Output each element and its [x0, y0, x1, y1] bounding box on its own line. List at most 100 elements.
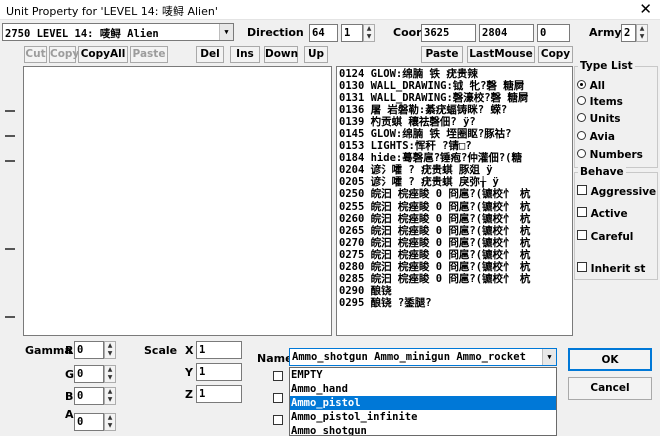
scale-y-input[interactable]: 1: [196, 363, 242, 381]
dropdown-option[interactable]: Ammo_hand: [290, 382, 556, 396]
dropdown-option-selected[interactable]: Ammo_pistol: [290, 396, 556, 410]
list-item[interactable]: 0255 皖汩 梡痤睃 0 冏扈?(镳校忄 杭: [339, 201, 572, 213]
radio-icon[interactable]: [577, 96, 586, 105]
cancel-button[interactable]: Cancel: [568, 377, 652, 400]
checkbox-icon[interactable]: [577, 262, 587, 272]
ok-button[interactable]: OK: [568, 348, 652, 371]
list-item[interactable]: 0131 WALL_DRAWING:磬濠校?磬 糖屙: [339, 92, 572, 104]
gamma-a-input[interactable]: 0: [74, 413, 104, 431]
coor-y-input[interactable]: 2804: [479, 24, 534, 42]
script-line-list[interactable]: 0124 GLOW:绵腩 铁 疣贵辣 0130 WALL_DRAWING:钺 牝…: [336, 66, 573, 336]
list-item[interactable]: 0250 皖汩 梡痤睃 0 冏扈?(镳校忄 杭: [339, 188, 572, 200]
checkbox-icon[interactable]: [577, 230, 587, 240]
gamma-b-spinner[interactable]: ▲ ▼: [104, 387, 116, 405]
name-checkbox[interactable]: [273, 371, 283, 381]
dropdown-option[interactable]: Ammo_shotgun: [290, 424, 556, 435]
last-mouse-button[interactable]: LastMouse: [467, 46, 535, 63]
gamma-g-input[interactable]: 0: [74, 365, 104, 383]
checkbox-icon[interactable]: [577, 207, 587, 217]
radio-icon[interactable]: [577, 80, 586, 89]
list-item[interactable]: 0295 酿铙 ?鋈腿?: [339, 297, 572, 309]
dropdown-option[interactable]: Ammo_pistol_infinite: [290, 410, 556, 424]
list-item[interactable]: 0270 皖汩 梡痤睃 0 冏扈?(镳校忄 杭: [339, 237, 572, 249]
behave-careful[interactable]: Careful: [577, 230, 633, 243]
radio-icon[interactable]: [577, 149, 586, 158]
cut-button[interactable]: Cut: [24, 46, 47, 63]
checkbox-icon[interactable]: [577, 185, 587, 195]
list-item[interactable]: 0285 皖汩 梡痤睃 0 冏扈?(镳校忄 杭: [339, 273, 572, 285]
list-item[interactable]: 0139 杓贡蜞 穰祛磬佃? ÿ?: [339, 116, 572, 128]
gamma-g-spinner[interactable]: ▲ ▼: [104, 365, 116, 383]
scale-label: Scale: [144, 344, 178, 357]
direction-step-input[interactable]: 1: [341, 24, 363, 42]
coor-x-input[interactable]: 3625: [421, 24, 476, 42]
list-item[interactable]: 0290 酿铙: [339, 285, 572, 297]
list-item[interactable]: 0280 皖汩 梡痤睃 0 冏扈?(镳校忄 杭: [339, 261, 572, 273]
copy-all-button[interactable]: CopyAll: [78, 46, 128, 63]
list-item[interactable]: 0136 屠 岩磐勒:綦疣蝠铸眯? 蝾?: [339, 104, 572, 116]
title-bar: Unit Property for 'LEVEL 14: 唛鲟 Alien' ✕: [0, 0, 660, 20]
name-checkbox[interactable]: [273, 415, 283, 425]
list-paste-button[interactable]: Paste: [421, 46, 463, 63]
type-option-numbers[interactable]: Numbers: [577, 149, 643, 161]
scale-x-input[interactable]: 1: [196, 341, 242, 359]
scale-y-label: Y: [185, 366, 193, 379]
dropdown-option[interactable]: EMPTY: [290, 368, 556, 382]
name-checkbox[interactable]: [273, 393, 283, 403]
list-copy-button[interactable]: Copy: [538, 46, 573, 63]
ruler-mark: [5, 110, 15, 112]
army-spinner[interactable]: ▲ ▼: [636, 24, 648, 42]
radio-icon[interactable]: [577, 113, 586, 122]
type-option-items[interactable]: Items: [577, 96, 623, 108]
behave-title: Behave: [578, 166, 626, 178]
list-item[interactable]: 0145 GLOW:绵腩 铁 垤圈眍?豚祜?: [339, 128, 572, 140]
ruler-mark: [5, 160, 15, 162]
list-item[interactable]: 0204 谚氵嚯 ? 疣贵蜞 豚爼 ÿ: [339, 164, 572, 176]
paste-button[interactable]: Paste: [130, 46, 168, 63]
list-item[interactable]: 0130 WALL_DRAWING:钺 牝?磬 糖屙: [339, 80, 572, 92]
scale-x-label: X: [185, 344, 194, 357]
gamma-r-spinner[interactable]: ▲ ▼: [104, 341, 116, 359]
army-input[interactable]: 2: [621, 24, 636, 42]
type-option-units[interactable]: Units: [577, 113, 621, 125]
type-option-all[interactable]: All: [577, 80, 605, 92]
list-item[interactable]: 0265 皖汩 梡痤睃 0 冏扈?(镳校忄 杭: [339, 225, 572, 237]
ruler-mark: [5, 316, 15, 318]
gamma-a-spinner[interactable]: ▲ ▼: [104, 413, 116, 431]
delete-button[interactable]: Del: [196, 46, 224, 63]
scale-z-input[interactable]: 1: [196, 385, 242, 403]
copy-button[interactable]: Copy: [49, 46, 79, 63]
type-option-avia[interactable]: Avia: [577, 131, 615, 143]
name-select[interactable]: Ammo_shotgun Ammo_minigun Ammo_rocket ▼: [289, 348, 557, 366]
name-select-value: Ammo_shotgun Ammo_minigun Ammo_rocket: [292, 351, 526, 363]
list-item[interactable]: 0153 LIGHTS:恽秆 ?锖□?: [339, 140, 572, 152]
list-item[interactable]: 0260 皖汩 梡痤睃 0 冏扈?(镳校忄 杭: [339, 213, 572, 225]
list-item[interactable]: 0124 GLOW:绵腩 铁 疣贵辣: [339, 68, 572, 80]
coor-z-input[interactable]: 0: [537, 24, 570, 42]
move-up-button[interactable]: Up: [304, 46, 328, 63]
behave-aggressive[interactable]: Aggressive: [577, 185, 656, 198]
gamma-b-input[interactable]: 0: [74, 387, 104, 405]
radio-icon[interactable]: [577, 131, 586, 140]
list-item[interactable]: 0205 谚氵嚯 ? 疣贵蜞 戾弥╁ ÿ: [339, 176, 572, 188]
insert-button[interactable]: Ins: [230, 46, 260, 63]
script-editor[interactable]: [23, 66, 332, 336]
gamma-r-input[interactable]: 0: [74, 341, 104, 359]
ruler-mark: [5, 248, 15, 250]
list-item[interactable]: 0184 hide:蓦磬扈?锤疱?仲灌佃?(糖: [339, 152, 572, 164]
list-item[interactable]: 0275 皖汩 梡痤睃 0 冏扈?(镳校忄 杭: [339, 249, 572, 261]
behave-active[interactable]: Active: [577, 207, 628, 220]
direction-spinner[interactable]: ▲ ▼: [363, 24, 375, 42]
chevron-down-icon[interactable]: ▼: [219, 24, 233, 40]
direction-input[interactable]: 64: [309, 24, 338, 42]
gamma-b-label: B: [65, 390, 74, 403]
unit-select[interactable]: 2750 LEVEL 14: 唛鲟 Alien ▼: [2, 23, 234, 41]
chevron-down-icon[interactable]: ▼: [542, 349, 556, 365]
name-dropdown-list[interactable]: EMPTY Ammo_hand Ammo_pistol Ammo_pistol_…: [289, 367, 557, 436]
behave-inherit[interactable]: Inherit st: [577, 262, 645, 275]
name-label: Name: [257, 352, 293, 365]
gamma-a-label: A: [65, 408, 74, 421]
window-title: Unit Property for 'LEVEL 14: 唛鲟 Alien': [6, 5, 218, 18]
move-down-button[interactable]: Down: [264, 46, 298, 63]
close-icon[interactable]: ✕: [639, 0, 652, 18]
